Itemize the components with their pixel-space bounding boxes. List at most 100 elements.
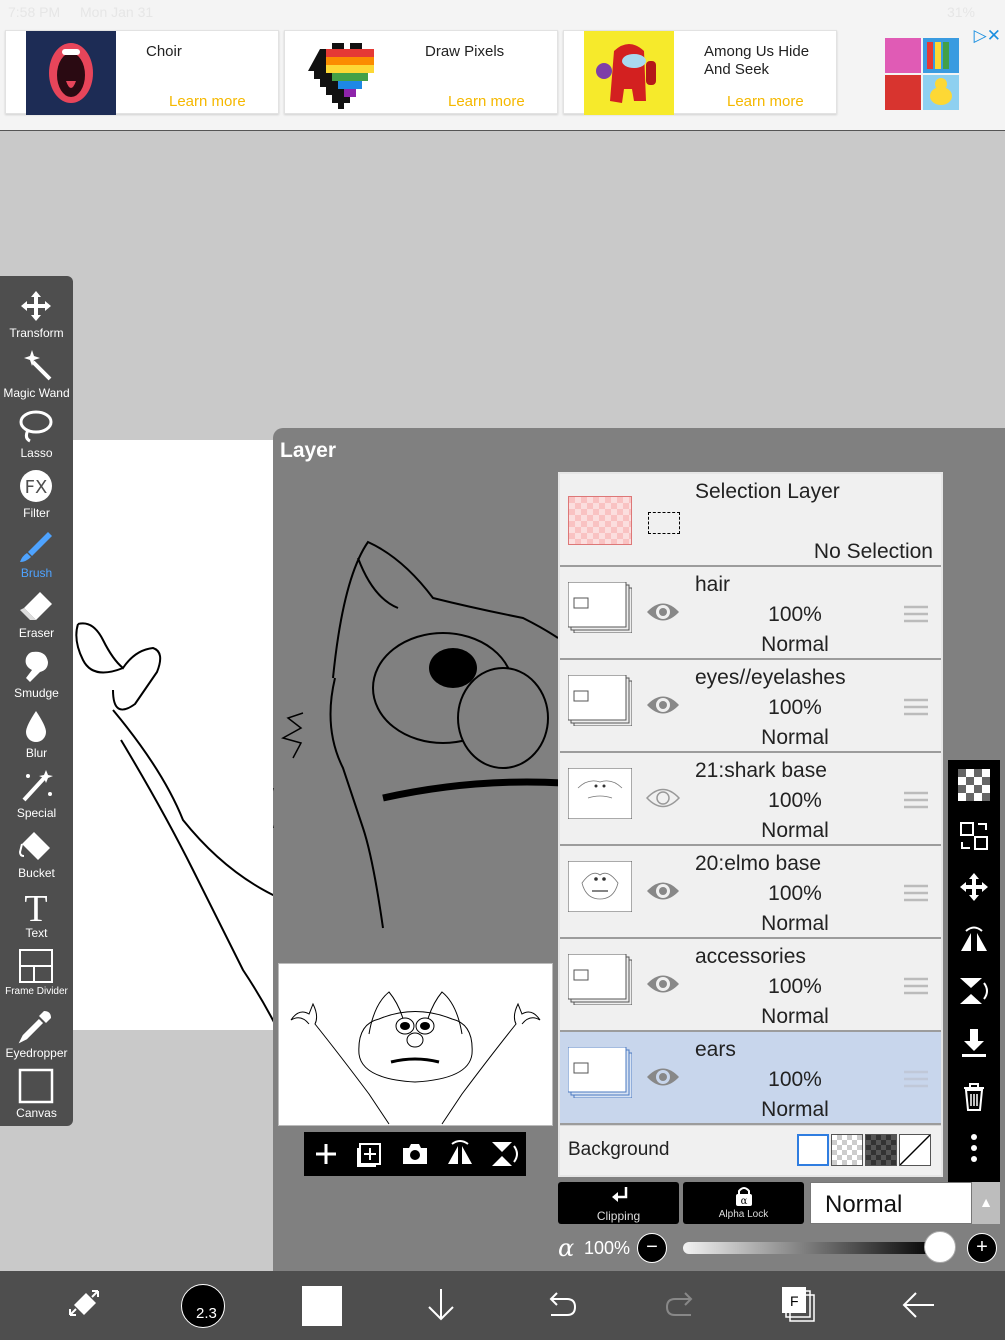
transparency-checker-icon[interactable]: [958, 769, 990, 801]
layer-row-ears[interactable]: ears 100% Normal: [560, 1032, 941, 1125]
ad-learn-more-link[interactable]: Learn more: [169, 93, 246, 110]
opacity-decrease-button[interactable]: −: [637, 1233, 667, 1263]
visibility-eye-icon[interactable]: [646, 1064, 680, 1090]
svg-text:FX: FX: [25, 477, 48, 498]
layer-opacity: 100%: [768, 882, 822, 905]
flip-layer-vertical-icon[interactable]: [958, 975, 990, 1007]
text-icon: T: [24, 888, 47, 924]
layer-opacity: 100%: [768, 789, 822, 812]
drag-handle-icon[interactable]: [904, 976, 928, 996]
layer-transfer-icon[interactable]: [958, 820, 990, 852]
fx-icon: FX: [20, 470, 52, 502]
tool-eraser[interactable]: Eraser: [0, 586, 73, 644]
tool-label: Smudge: [14, 686, 59, 700]
download-arrow-icon[interactable]: [421, 1285, 461, 1325]
layer-name: 20:elmo base: [695, 852, 822, 875]
svg-text:T: T: [24, 888, 47, 924]
color-swatch[interactable]: [302, 1286, 342, 1326]
selection-layer-name: Selection Layer: [695, 480, 840, 503]
selection-marquee-icon: [648, 512, 680, 534]
choir-app-icon: [26, 31, 116, 115]
visibility-eye-icon[interactable]: [646, 692, 680, 718]
layer-row-eyes-eyelashes[interactable]: eyes//eyelashes 100% Normal: [560, 660, 941, 753]
back-arrow-icon[interactable]: [898, 1285, 938, 1325]
visibility-eye-hidden-icon[interactable]: [646, 785, 680, 811]
ad-card-choir[interactable]: Choir Learn more: [5, 30, 279, 115]
drag-handle-icon[interactable]: [904, 883, 928, 903]
visibility-eye-icon[interactable]: [646, 599, 680, 625]
selection-layer-row[interactable]: Selection Layer No Selection: [560, 474, 941, 567]
tool-label: Bucket: [18, 866, 55, 880]
brush-size-indicator[interactable]: 2.3: [181, 1284, 225, 1328]
drag-handle-icon[interactable]: [904, 697, 928, 717]
tool-transform[interactable]: Transform: [0, 286, 73, 344]
add-layer-icon[interactable]: [310, 1138, 342, 1170]
ad-app-grid-icon[interactable]: [885, 38, 959, 110]
tool-bucket[interactable]: Bucket: [0, 826, 73, 884]
pixel-heart-icon: [308, 43, 374, 109]
background-white-swatch[interactable]: [797, 1134, 829, 1166]
tool-label: Filter: [23, 506, 50, 520]
drag-handle-icon[interactable]: [904, 604, 928, 624]
more-options-icon[interactable]: [958, 1132, 990, 1164]
ad-learn-more-link[interactable]: Learn more: [448, 93, 525, 110]
layer-row-hair[interactable]: hair 100% Normal: [560, 567, 941, 660]
visibility-eye-icon[interactable]: [646, 878, 680, 904]
flip-horizontal-icon[interactable]: [444, 1138, 476, 1170]
blend-mode-dropdown-icon[interactable]: ▲: [972, 1182, 1000, 1224]
move-layer-icon[interactable]: [958, 871, 990, 903]
tool-label: Transform: [9, 326, 64, 340]
layer-row-shark-base[interactable]: 21:shark base 100% Normal: [560, 753, 941, 846]
canvas-preview[interactable]: [278, 963, 553, 1126]
layer-row-elmo-base[interactable]: 20:elmo base 100% Normal: [560, 846, 941, 939]
tool-filter[interactable]: FX Filter: [0, 466, 73, 524]
redo-icon[interactable]: [661, 1285, 701, 1325]
blur-icon: [26, 711, 46, 742]
clipping-button[interactable]: Clipping: [558, 1182, 679, 1224]
opacity-increase-button[interactable]: +: [967, 1233, 997, 1263]
layer-row-accessories[interactable]: accessories 100% Normal: [560, 939, 941, 1032]
tool-special[interactable]: Special: [0, 766, 73, 824]
tool-smudge[interactable]: Smudge: [0, 646, 73, 704]
undo-icon[interactable]: [541, 1285, 581, 1325]
layers-stack-icon: [782, 1287, 815, 1322]
tool-canvas[interactable]: Canvas: [0, 1066, 73, 1124]
drag-handle-icon[interactable]: [904, 1069, 928, 1089]
layer-name: eyes//eyelashes: [695, 666, 846, 689]
delete-layer-icon[interactable]: [958, 1080, 990, 1112]
layer-opacity: 100%: [768, 1068, 822, 1091]
layers-button[interactable]: F: [780, 1285, 820, 1325]
tool-text[interactable]: T Text: [0, 886, 73, 944]
tool-frame-divider[interactable]: Frame Divider: [0, 946, 73, 1004]
opacity-slider-knob[interactable]: [924, 1231, 956, 1263]
drag-handle-icon[interactable]: [904, 790, 928, 810]
flip-layer-horizontal-icon[interactable]: [958, 923, 990, 955]
status-bar: 7:58 PM Mon Jan 31 31%: [0, 0, 1005, 26]
ad-card-among-us[interactable]: Among Us Hide And Seek Learn more: [563, 30, 837, 115]
camera-icon[interactable]: [399, 1138, 431, 1170]
add-layer-copy-icon[interactable]: [354, 1138, 386, 1170]
background-checker-swatch[interactable]: [831, 1134, 863, 1166]
tool-label: Blur: [25, 746, 48, 760]
opacity-slider[interactable]: [683, 1242, 937, 1254]
merge-down-icon[interactable]: [958, 1027, 990, 1059]
flip-vertical-icon[interactable]: [488, 1138, 520, 1170]
tool-brush[interactable]: Brush: [0, 526, 73, 584]
ad-card-draw-pixels[interactable]: Draw Pixels Learn more: [284, 30, 558, 114]
background-dark-checker-swatch[interactable]: [865, 1134, 897, 1166]
tool-label: Text: [25, 926, 48, 940]
quick-menu-icon[interactable]: [64, 1285, 104, 1325]
tool-eyedropper[interactable]: Eyedropper: [0, 1006, 73, 1064]
background-none-swatch[interactable]: [899, 1134, 931, 1166]
layer-blend-mode: Normal: [761, 819, 829, 842]
blend-mode-select[interactable]: Normal: [810, 1182, 972, 1224]
tool-lasso[interactable]: Lasso: [0, 406, 73, 464]
tool-blur[interactable]: Blur: [0, 706, 73, 764]
smudge-icon: [25, 651, 48, 682]
visibility-eye-icon[interactable]: [646, 971, 680, 997]
tool-magic-wand[interactable]: Magic Wand: [0, 346, 73, 404]
alpha-lock-button[interactable]: α Alpha Lock: [683, 1182, 804, 1224]
brush-size-value: 2.3: [196, 1305, 217, 1322]
ad-learn-more-link[interactable]: Learn more: [727, 93, 804, 110]
ad-choices-icon[interactable]: ▷✕: [974, 26, 1001, 46]
